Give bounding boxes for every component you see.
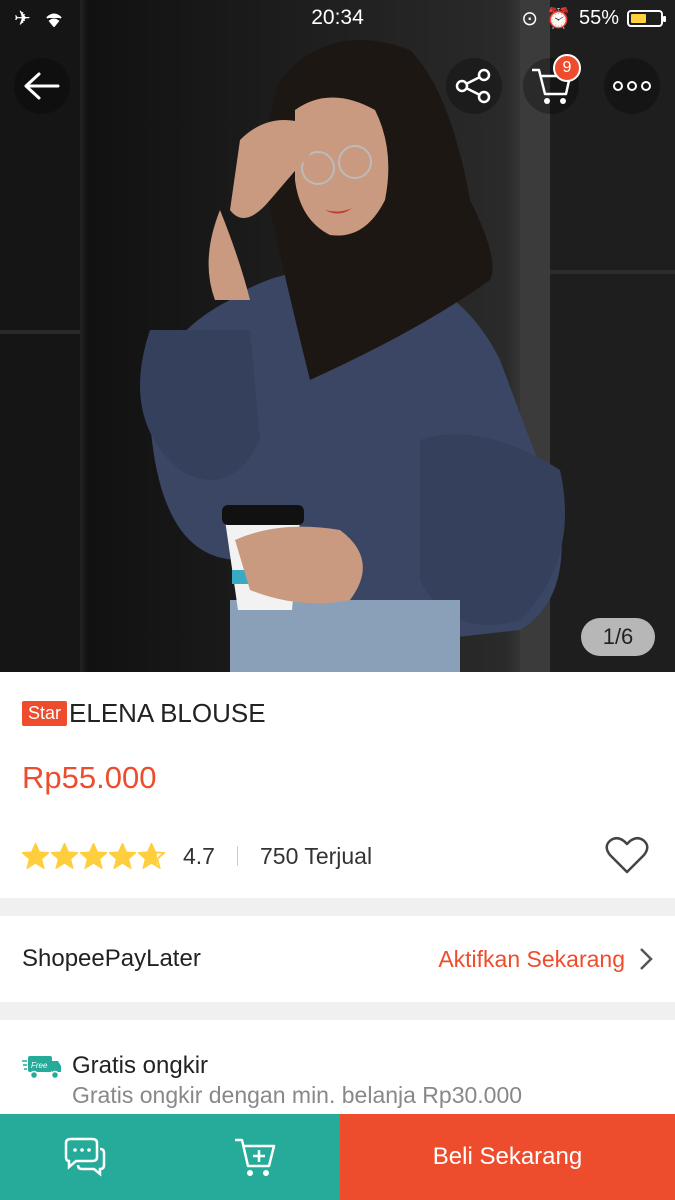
status-bar: ✈ 20:34 ⊙ ⏰ 55% [0, 0, 675, 36]
more-options-button[interactable] [604, 58, 660, 114]
status-right: ⊙ ⏰ 55% [521, 6, 666, 31]
battery-percent: 55% [578, 7, 619, 29]
alarm-icon: ⏰ [546, 8, 571, 30]
star-icon [109, 843, 136, 869]
back-arrow-icon [24, 72, 60, 100]
free-shipping-truck-icon: Free [22, 1056, 61, 1080]
add-to-cart-icon [235, 1138, 276, 1176]
cart-button[interactable]: 9 [523, 54, 581, 114]
more-icon [613, 81, 651, 91]
product-name: ELENA BLOUSE [69, 698, 266, 728]
product-title-row: Star ELENA BLOUSE [22, 698, 266, 729]
section-divider [0, 1002, 675, 1020]
paylater-action[interactable]: Aktifkan Sekarang [438, 946, 625, 973]
free-shipping-row[interactable]: Free Gratis ongkir Gratis ongkir dengan … [0, 1020, 675, 1120]
shipping-subtitle: Gratis ongkir dengan min. belanja Rp30.0… [72, 1082, 523, 1108]
image-counter: 1/6 [581, 618, 655, 656]
back-button[interactable] [14, 58, 70, 114]
add-to-cart-button[interactable] [170, 1114, 340, 1200]
shipping-title: Gratis ongkir [72, 1052, 209, 1079]
battery-icon [627, 10, 666, 27]
chevron-right-icon [640, 948, 653, 970]
wishlist-button[interactable] [605, 835, 649, 880]
svg-text:Free: Free [31, 1061, 48, 1070]
star-icon [80, 843, 107, 869]
share-icon [455, 68, 491, 104]
sold-count: 750 Terjual [259, 842, 373, 869]
rating-stars [22, 843, 165, 869]
rating-value: 4.7 [183, 842, 215, 869]
chat-button[interactable] [0, 1114, 170, 1200]
share-button[interactable] [446, 58, 502, 114]
buy-now-button[interactable]: Beli Sekarang [340, 1114, 675, 1200]
cart-count-badge: 9 [553, 54, 581, 82]
heart-icon [605, 836, 649, 874]
rating-row: 4.7 750 Terjual [22, 838, 652, 874]
star-icon [22, 843, 49, 869]
section-divider [0, 898, 675, 916]
bottom-action-bar: Beli Sekarang [0, 1114, 675, 1200]
paylater-label: ShopeePayLater [22, 945, 201, 972]
star-icon [51, 843, 78, 869]
rating-separator [236, 846, 238, 866]
star-icon [138, 843, 165, 869]
rotation-lock-icon: ⊙ [521, 8, 539, 30]
product-price: Rp55.000 [22, 760, 157, 795]
chat-icon [64, 1137, 106, 1177]
star-seller-badge: Star [22, 701, 68, 726]
paylater-row[interactable]: ShopeePayLater Aktifkan Sekarang [0, 916, 675, 1002]
